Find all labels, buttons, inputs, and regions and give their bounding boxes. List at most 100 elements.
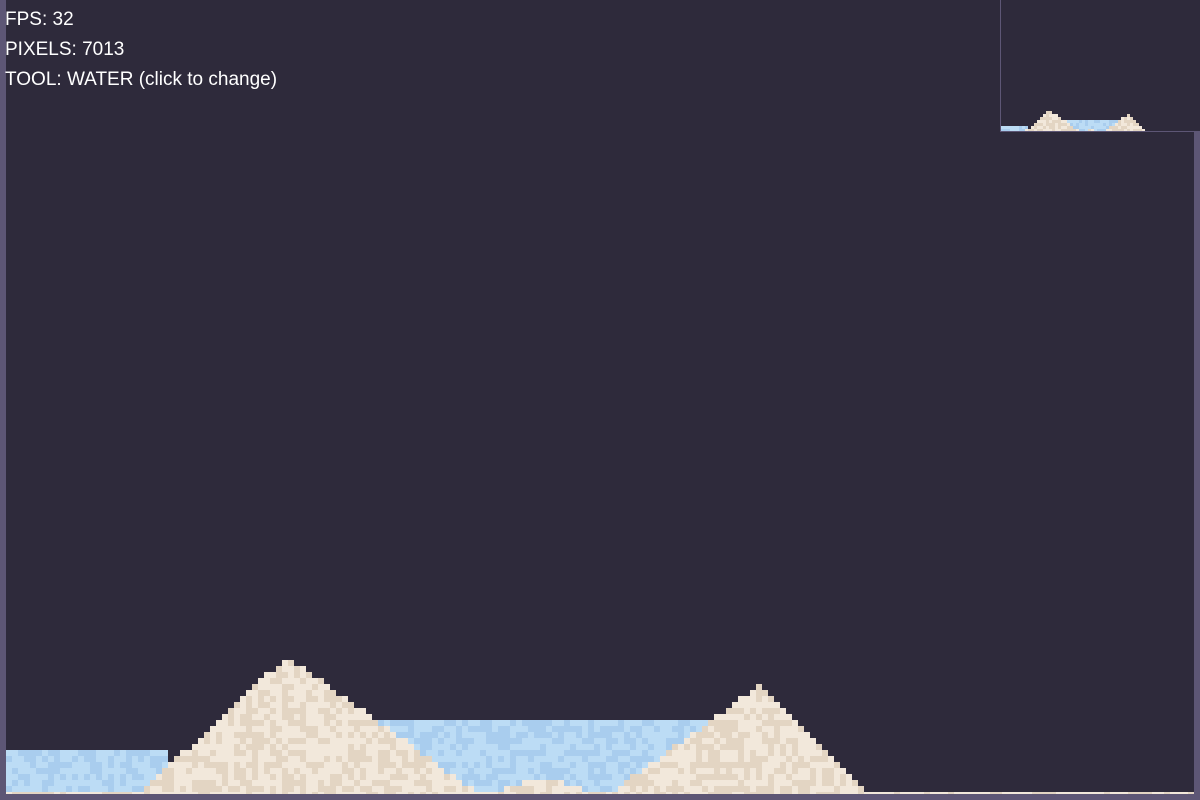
sand-particle bbox=[708, 726, 714, 732]
water-particle bbox=[540, 726, 546, 732]
sand-particle bbox=[732, 756, 738, 762]
sand-particle bbox=[246, 702, 252, 708]
minimap-particle bbox=[1055, 126, 1058, 129]
water-particle bbox=[666, 732, 672, 738]
water-particle bbox=[156, 750, 162, 756]
sand-particle bbox=[270, 792, 276, 794]
water-particle bbox=[486, 750, 492, 756]
water-particle bbox=[594, 774, 600, 780]
sand-particle bbox=[684, 756, 690, 762]
water-particle bbox=[504, 774, 510, 780]
sand-particle bbox=[720, 768, 726, 774]
water-particle bbox=[504, 732, 510, 738]
water-particle bbox=[78, 780, 84, 786]
sand-particle bbox=[336, 696, 342, 702]
sand-particle bbox=[780, 714, 786, 720]
sand-particle bbox=[1080, 792, 1086, 794]
sand-particle bbox=[240, 792, 246, 794]
sand-particle bbox=[768, 762, 774, 768]
sand-particle bbox=[204, 792, 210, 794]
sand-particle bbox=[456, 786, 462, 792]
minimap-particle bbox=[1109, 126, 1112, 129]
sand-particle bbox=[6, 792, 12, 794]
minimap-particle bbox=[1058, 123, 1061, 126]
sand-particle bbox=[678, 762, 684, 768]
sand-particle bbox=[258, 762, 264, 768]
water-particle bbox=[6, 786, 12, 792]
sand-particle bbox=[258, 726, 264, 732]
water-particle bbox=[498, 780, 504, 786]
sand-particle bbox=[690, 738, 696, 744]
water-particle bbox=[78, 762, 84, 768]
sand-particle bbox=[750, 768, 756, 774]
sand-particle bbox=[222, 738, 228, 744]
water-particle bbox=[702, 720, 708, 726]
sand-particle bbox=[270, 780, 276, 786]
sand-particle bbox=[744, 696, 750, 702]
water-particle bbox=[486, 774, 492, 780]
water-particle bbox=[654, 750, 660, 756]
sand-particle bbox=[372, 744, 378, 750]
water-particle bbox=[438, 762, 444, 768]
minimap-particle bbox=[1121, 126, 1124, 129]
sand-particle bbox=[834, 768, 840, 774]
sand-particle bbox=[624, 792, 630, 794]
water-particle bbox=[612, 780, 618, 786]
water-particle bbox=[72, 762, 78, 768]
water-particle bbox=[468, 726, 474, 732]
water-particle bbox=[126, 780, 132, 786]
water-particle bbox=[576, 744, 582, 750]
sand-particle bbox=[360, 726, 366, 732]
water-particle bbox=[480, 720, 486, 726]
water-particle bbox=[570, 756, 576, 762]
water-particle bbox=[498, 756, 504, 762]
sand-particle bbox=[360, 708, 366, 714]
water-particle bbox=[66, 786, 72, 792]
sand-particle bbox=[396, 744, 402, 750]
sand-particle bbox=[366, 750, 372, 756]
water-particle bbox=[624, 738, 630, 744]
sand-particle bbox=[318, 684, 324, 690]
sand-particle bbox=[726, 720, 732, 726]
sand-particle bbox=[750, 792, 756, 794]
sand-particle bbox=[756, 726, 762, 732]
water-particle bbox=[522, 762, 528, 768]
water-particle bbox=[546, 744, 552, 750]
sand-particle bbox=[186, 768, 192, 774]
sand-particle bbox=[276, 720, 282, 726]
sand-particle bbox=[744, 774, 750, 780]
tool-value[interactable]: WATER bbox=[67, 69, 134, 90]
water-particle bbox=[450, 762, 456, 768]
sand-particle bbox=[702, 780, 708, 786]
tool-selector[interactable]: TOOL: WATER (click to change) bbox=[5, 65, 277, 95]
sand-particle bbox=[762, 786, 768, 792]
sand-particle bbox=[282, 678, 288, 684]
water-particle bbox=[606, 738, 612, 744]
sand-particle bbox=[312, 714, 318, 720]
sand-particle bbox=[564, 786, 570, 792]
sand-particle bbox=[222, 786, 228, 792]
sand-particle bbox=[762, 708, 768, 714]
minimap-particle bbox=[1064, 129, 1067, 131]
sand-particle bbox=[408, 762, 414, 768]
water-particle bbox=[102, 756, 108, 762]
water-particle bbox=[504, 720, 510, 726]
water-particle bbox=[426, 726, 432, 732]
sand-particle bbox=[306, 744, 312, 750]
water-particle bbox=[24, 762, 30, 768]
water-particle bbox=[450, 768, 456, 774]
sand-particle bbox=[762, 726, 768, 732]
minimap-particle bbox=[1091, 123, 1094, 126]
water-particle bbox=[606, 786, 612, 792]
water-particle bbox=[108, 768, 114, 774]
sand-particle bbox=[264, 696, 270, 702]
sand-particle bbox=[180, 768, 186, 774]
water-particle bbox=[594, 726, 600, 732]
minimap-particle bbox=[1046, 123, 1049, 126]
sand-particle bbox=[750, 702, 756, 708]
sand-particle bbox=[846, 792, 852, 794]
sand-particle bbox=[498, 792, 504, 794]
water-particle bbox=[60, 756, 66, 762]
sand-particle bbox=[738, 792, 744, 794]
sand-particle bbox=[336, 714, 342, 720]
